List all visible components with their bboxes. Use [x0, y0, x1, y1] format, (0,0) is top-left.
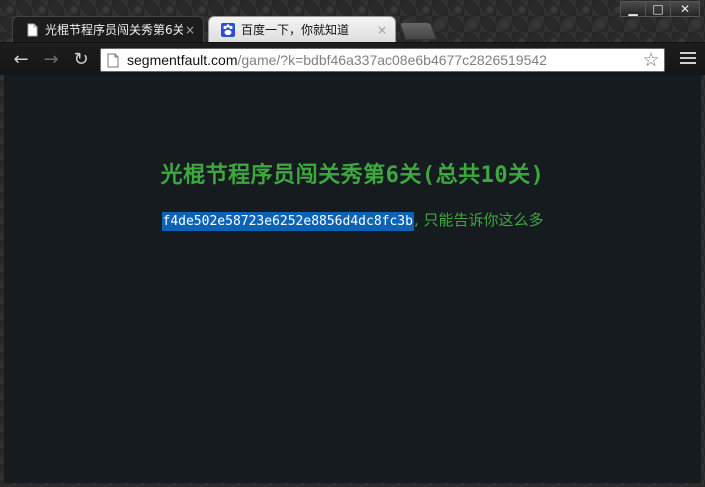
tab-title: 百度一下，你就知道: [241, 23, 350, 37]
page-title: 光棍节程序员闯关秀第6关(总共10关): [160, 163, 545, 188]
tab-game-level[interactable]: 光棍节程序员闯关秀第6关 ×: [12, 16, 204, 42]
window-controls: ▁ □ ✕: [620, 1, 700, 17]
menu-icon[interactable]: [680, 52, 696, 66]
document-icon: [27, 23, 38, 36]
url-text[interactable]: segmentfault.com/game/?k=bdbf46a337ac08e…: [127, 52, 640, 68]
back-arrow-icon[interactable]: ←: [10, 49, 32, 71]
close-tab-icon[interactable]: ×: [375, 23, 389, 37]
url-path: /game/?k=bdbf46a337ac08e6b4677c282651954…: [237, 52, 547, 68]
browser-toolbar: ← → ↻ segmentfault.com/game/?k=bdbf46a33…: [0, 42, 705, 75]
bookmark-star-icon[interactable]: ☆: [640, 49, 662, 71]
maximize-button[interactable]: □: [645, 1, 671, 17]
reload-icon[interactable]: ↻: [70, 49, 92, 71]
close-tab-icon[interactable]: ×: [183, 23, 197, 37]
tab-baidu[interactable]: 百度一下，你就知道 ×: [208, 16, 396, 42]
close-window-button[interactable]: ✕: [670, 1, 700, 17]
new-tab-button[interactable]: [398, 22, 438, 40]
url-host: segmentfault.com: [127, 52, 238, 68]
minimize-button[interactable]: ▁: [620, 1, 646, 17]
forward-arrow-icon[interactable]: →: [40, 49, 62, 71]
browser-window: ▁ □ ✕ 光棍节程序员闯关秀第6关 × 百度一下，你就知道 × ← → ↻ s…: [0, 0, 705, 487]
baidu-paw-icon: [221, 22, 235, 37]
address-bar[interactable]: segmentfault.com/game/?k=bdbf46a337ac08e…: [100, 48, 665, 72]
answer-code[interactable]: f4de502e58723e6252e8856d4dc8fc3b: [161, 212, 414, 231]
answer-line: f4de502e58723e6252e8856d4dc8fc3b, 只能告诉你这…: [4, 209, 701, 231]
page-icon: [107, 53, 119, 67]
answer-hint: , 只能告诉你这么多: [413, 211, 544, 229]
page-content: 光棍节程序员闯关秀第6关(总共10关) f4de502e58723e6252e8…: [4, 75, 701, 483]
tab-title: 光棍节程序员闯关秀第6关: [45, 23, 183, 37]
